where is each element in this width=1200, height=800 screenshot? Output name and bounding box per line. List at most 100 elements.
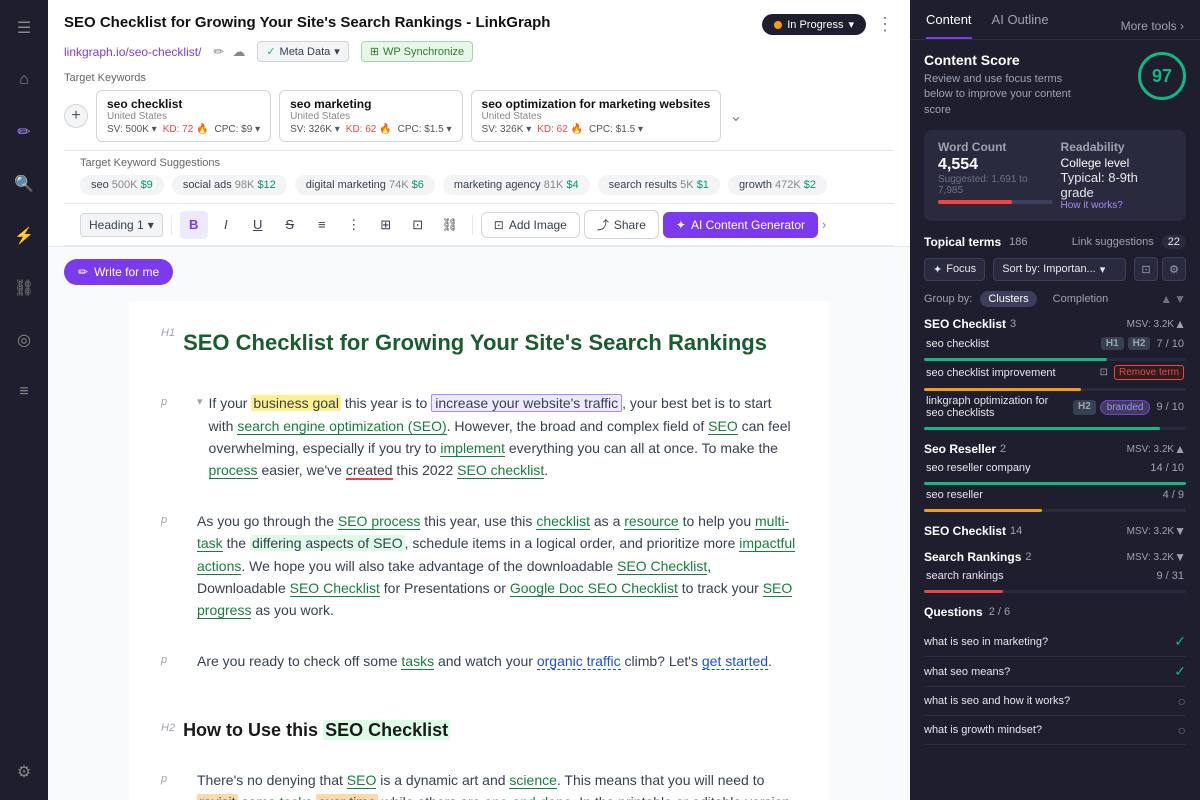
settings-icon[interactable]: ⚙ xyxy=(8,756,40,788)
meta-data-button[interactable]: ✓ Meta Data ▾ xyxy=(257,41,349,62)
link-suggestions-count: 22 xyxy=(1162,235,1186,249)
underline-button[interactable]: U xyxy=(244,211,272,239)
doc-title: SEO Checklist for Growing Your Site's Se… xyxy=(64,14,550,31)
tg-chevron-1[interactable]: ▲ xyxy=(1174,317,1186,331)
group-up-arrow[interactable]: ▲ xyxy=(1160,292,1172,306)
main-area: SEO Checklist for Growing Your Site's Se… xyxy=(48,0,910,800)
more-tools-button[interactable]: More tools › xyxy=(1121,19,1184,33)
group-completion-button[interactable]: Completion xyxy=(1045,291,1117,307)
add-keyword-button[interactable]: + xyxy=(64,104,88,128)
term-progress-2 xyxy=(924,388,1186,391)
add-image-button[interactable]: ⊡ Add Image xyxy=(481,212,580,238)
edit-url-icon[interactable]: ✏ xyxy=(213,44,224,60)
suggestion-tag-growth[interactable]: growth 472K $2 xyxy=(728,175,827,195)
para1-row: p ▾ If your business goal this year is t… xyxy=(161,392,797,496)
question-item-1[interactable]: what is seo in marketing? ✓ xyxy=(924,627,1186,657)
more-options-button[interactable]: ⋮ xyxy=(876,14,894,35)
editor-area[interactable]: H1 SEO Checklist for Growing Your Site's… xyxy=(129,301,829,800)
left-sidebar: ☰ ⌂ ✏ 🔍 ⚡ ⛓ ◎ ≡ ⚙ xyxy=(0,0,48,800)
lightning-icon[interactable]: ⚡ xyxy=(8,220,40,252)
settings-terms-icon[interactable]: ⚙ xyxy=(1162,257,1186,281)
suggestion-tag-seo[interactable]: seo 500K $9 xyxy=(80,175,164,195)
keyword-card-1[interactable]: seo checklist United States SV: 500K ▾ K… xyxy=(96,90,271,142)
highlight-increase-traffic: increase your website's traffic xyxy=(431,394,622,412)
tg-chevron-4[interactable]: ▼ xyxy=(1174,550,1186,564)
toolbar-more-button[interactable]: › xyxy=(822,217,826,232)
wp-sync-button[interactable]: ⊞ WP Synchronize xyxy=(361,41,473,62)
tg-chevron-3[interactable]: ▼ xyxy=(1174,524,1186,538)
h2-1-heading[interactable]: How to Use this SEO Checklist xyxy=(183,716,450,745)
para3[interactable]: Are you ready to check off some tasks an… xyxy=(197,650,772,672)
highlight-one-and-done: one-and-done xyxy=(484,794,571,800)
right-panel: Content AI Outline More tools › Content … xyxy=(910,0,1200,800)
keyword-card-3[interactable]: seo optimization for marketing websites … xyxy=(471,90,722,142)
menu-icon[interactable]: ☰ xyxy=(8,12,40,44)
readability-link[interactable]: How it works? xyxy=(1061,200,1172,211)
share-button[interactable]: ⤴ Share xyxy=(584,210,659,239)
para1-expand[interactable]: ▾ xyxy=(197,394,203,412)
keyword-card-2[interactable]: seo marketing United States SV: 326K ▾ K… xyxy=(279,90,462,142)
suggestion-tag-search-results[interactable]: search results 5K $1 xyxy=(598,175,720,195)
badge-h1[interactable]: H1 xyxy=(1101,337,1124,350)
italic-button[interactable]: I xyxy=(212,211,240,239)
suggestion-tag-marketing-agency[interactable]: marketing agency 81K $4 xyxy=(443,175,590,195)
unordered-list-button[interactable]: ≡ xyxy=(308,211,336,239)
search-icon[interactable]: 🔍 xyxy=(8,168,40,200)
write-for-me-button[interactable]: ✏ Write for me xyxy=(64,259,173,285)
cloud-icon[interactable]: ☁ xyxy=(232,44,245,60)
remove-term-button[interactable]: Remove term xyxy=(1114,365,1184,380)
group-clusters-button[interactable]: Clusters xyxy=(980,291,1036,307)
ai-content-generator-button[interactable]: ✦ AI Content Generator xyxy=(663,212,818,238)
badge-h2[interactable]: H2 xyxy=(1128,337,1151,350)
tab-ai-outline[interactable]: AI Outline xyxy=(992,12,1049,39)
home-icon[interactable]: ⌂ xyxy=(8,64,40,96)
table-button[interactable]: ⊞ xyxy=(372,211,400,239)
suggestions-section: Target Keyword Suggestions seo 500K $9 s… xyxy=(64,151,894,204)
list-icon[interactable]: ≡ xyxy=(8,376,40,408)
para1[interactable]: If your business goal this year is to in… xyxy=(209,392,797,482)
doc-url-link[interactable]: linkgraph.io/seo-checklist/ xyxy=(64,45,201,59)
word-count-stat: Word Count 4,554 Suggested: 1,691 to 7,9… xyxy=(938,140,1053,211)
highlight-revisit: revisit xyxy=(197,794,238,800)
ordered-list-button[interactable]: ⋮ xyxy=(340,211,368,239)
location-icon[interactable]: ◎ xyxy=(8,324,40,356)
tab-content[interactable]: Content xyxy=(926,12,972,39)
bold-button[interactable]: B xyxy=(180,211,208,239)
question-item-3[interactable]: what is seo and how it works? ○ xyxy=(924,687,1186,716)
para4[interactable]: There's no denying that SEO is a dynamic… xyxy=(197,769,797,800)
badge-h2-2[interactable]: H2 xyxy=(1073,400,1096,415)
focus-button[interactable]: ✦ Focus xyxy=(924,258,985,281)
copy-icon[interactable]: ⊡ xyxy=(1134,257,1158,281)
suggestion-tag-digital-marketing[interactable]: digital marketing 74K $6 xyxy=(295,175,435,195)
status-dot xyxy=(774,21,782,29)
group-down-arrow[interactable]: ▼ xyxy=(1174,292,1186,306)
term-progress-fill-2 xyxy=(924,388,1081,391)
keywords-collapse-button[interactable]: ⌄ xyxy=(729,106,742,126)
toolbar-divider-2 xyxy=(472,215,473,235)
heading-select[interactable]: Heading 1 ▾ xyxy=(80,213,163,237)
highlight-process: process xyxy=(209,462,258,479)
image-button[interactable]: ⊡ xyxy=(404,211,432,239)
strikethrough-button[interactable]: S xyxy=(276,211,304,239)
question-item-4[interactable]: what is growth mindset? ○ xyxy=(924,716,1186,745)
suggestions-label: Target Keyword Suggestions xyxy=(80,157,878,169)
h1-heading[interactable]: SEO Checklist for Growing Your Site's Se… xyxy=(183,325,767,360)
word-count-bar xyxy=(938,200,1053,204)
suggestion-tag-social-ads[interactable]: social ads 98K $12 xyxy=(172,175,287,195)
term-progress-6 xyxy=(924,590,1186,593)
link-button[interactable]: ⛓ xyxy=(436,211,464,239)
sort-button[interactable]: Sort by: Importan... ▾ xyxy=(993,258,1126,281)
para2-row: p As you go through the SEO process this… xyxy=(161,510,797,636)
highlight-created: created xyxy=(346,462,393,480)
highlight-differing: differing aspects of SEO xyxy=(250,535,405,551)
link-icon[interactable]: ⛓ xyxy=(8,272,40,304)
question-item-2[interactable]: what seo means? ✓ xyxy=(924,657,1186,687)
content-score-section: Content Score Review and use focus terms… xyxy=(924,52,1186,118)
edit-icon[interactable]: ✏ xyxy=(8,116,40,148)
para2[interactable]: As you go through the SEO process this y… xyxy=(197,510,797,622)
tg-chevron-2[interactable]: ▲ xyxy=(1174,442,1186,456)
link-suggestions-label[interactable]: Link suggestions xyxy=(1072,236,1154,248)
toolbar-divider-1 xyxy=(171,215,172,235)
status-badge[interactable]: In Progress ▾ xyxy=(762,14,866,35)
highlight-tasks2: tasks xyxy=(280,794,313,800)
